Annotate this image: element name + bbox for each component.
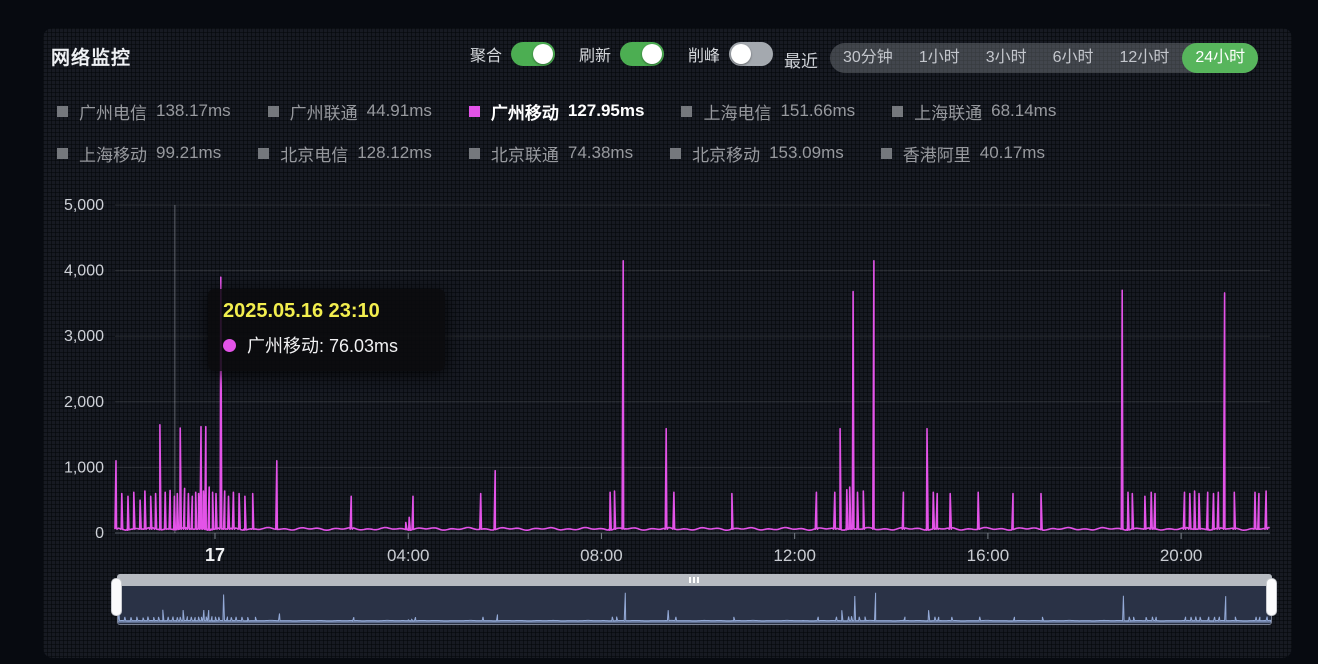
monitor-card: 网络监控 聚合刷新削峰 最近 30分钟1小时3小时6小时12小时24小时 广州电…: [43, 28, 1292, 658]
datazoom-shadow-line: [118, 593, 1271, 622]
y-axis-label: 4,000: [64, 263, 104, 280]
y-axis-label: 2,000: [64, 394, 104, 411]
latency-chart[interactable]: 0 1,000 2,000 3,000 4,000 5,000 17 04:00 08:00 12…: [43, 28, 1292, 658]
datazoom-panel[interactable]: [117, 586, 1272, 625]
datazoom-grip-icon: [689, 577, 699, 583]
y-axis-label: 0: [95, 525, 104, 542]
latency-line-series: [115, 261, 1270, 530]
y-axis-label: 3,000: [64, 328, 104, 345]
x-axis-label: 17: [205, 545, 225, 565]
datazoom-handle-right[interactable]: [1266, 578, 1277, 616]
x-axis-label: 20:00: [1160, 546, 1203, 565]
datazoom-shadow-chart: [118, 586, 1271, 623]
x-axis-label: 04:00: [387, 546, 430, 565]
y-axis-label: 1,000: [64, 459, 104, 476]
datazoom-movebar[interactable]: [117, 574, 1272, 586]
y-axis-label: 5,000: [64, 197, 104, 214]
datazoom-handle-left[interactable]: [111, 578, 122, 616]
x-axis-label: 16:00: [967, 546, 1010, 565]
x-axis-label: 08:00: [580, 546, 623, 565]
x-axis-label: 12:00: [773, 546, 816, 565]
